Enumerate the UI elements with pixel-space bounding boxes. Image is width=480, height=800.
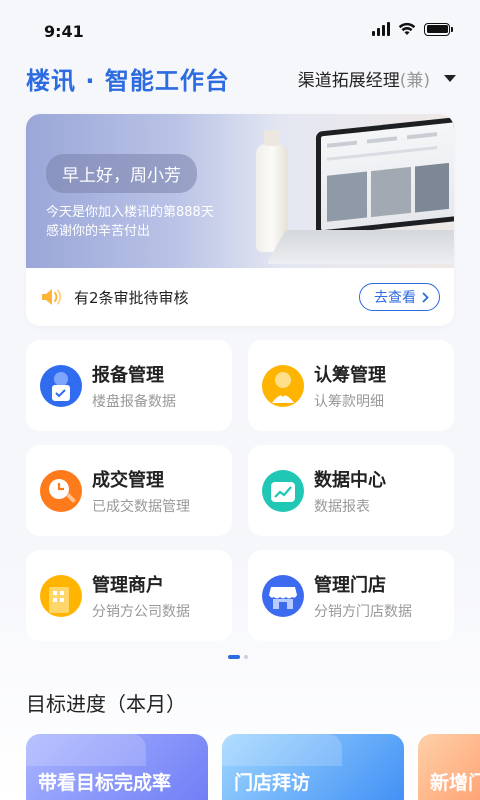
status-bar: 9:41 <box>0 0 480 56</box>
module-desc: 分销方门店数据 <box>314 603 412 620</box>
store-icon <box>262 574 304 617</box>
goal-card-new-stores[interactable]: 新增门 <box>418 734 480 800</box>
module-name: 报备管理 <box>92 364 164 386</box>
status-icons <box>372 22 453 36</box>
welcome-banner: 早上好，周小芳 今天是你加入楼讯的第888天 感谢你的辛苦付出 <box>26 114 454 268</box>
app-header: 楼讯 · 智能工作台 渠道拓展经理(兼) <box>26 58 456 98</box>
goals-section-title: 目标进度（本月） <box>26 692 186 716</box>
module-grid: 报备管理 楼盘报备数据 认筹管理 认筹款明细 成交管理 已成交数据管理 数据中心… <box>26 340 454 641</box>
module-desc: 楼盘报备数据 <box>92 393 176 410</box>
module-desc: 认筹款明细 <box>314 393 384 410</box>
module-desc: 数据报表 <box>314 498 370 515</box>
greeting-block: 早上好，周小芳 今天是你加入楼讯的第888天 感谢你的辛苦付出 <box>46 154 214 241</box>
cellular-signal-icon <box>372 22 390 36</box>
join-days-line: 今天是你加入楼讯的第888天 <box>46 205 214 220</box>
module-desc: 已成交数据管理 <box>92 498 190 515</box>
goal-card-label: 新增门 <box>430 772 480 794</box>
notice-text: 有2条审批待审核 <box>74 288 189 307</box>
deal-icon <box>40 469 82 512</box>
merchant-building-icon <box>40 574 82 617</box>
chevron-right-icon <box>422 291 429 303</box>
module-name: 管理商户 <box>92 574 164 596</box>
module-name: 成交管理 <box>92 469 164 491</box>
goal-card-store-visits[interactable]: 门店拜访 <box>222 734 404 800</box>
page-dot <box>244 655 248 659</box>
module-subscription[interactable]: 认筹管理 认筹款明细 <box>248 340 454 431</box>
role-suffix: (兼) <box>399 70 430 91</box>
subscription-icon <box>262 364 304 407</box>
keyboard-illustration <box>266 230 454 264</box>
module-name: 数据中心 <box>314 469 386 491</box>
module-name: 认筹管理 <box>314 364 386 386</box>
welcome-card: 早上好，周小芳 今天是你加入楼讯的第888天 感谢你的辛苦付出 有2条审批待审核… <box>26 114 454 326</box>
module-name: 管理门店 <box>314 574 386 596</box>
speaker-icon <box>42 289 62 305</box>
goal-card-label: 门店拜访 <box>234 772 311 794</box>
module-report[interactable]: 报备管理 楼盘报备数据 <box>26 340 232 431</box>
module-merchant[interactable]: 管理商户 分销方公司数据 <box>26 550 232 641</box>
wifi-icon <box>398 22 416 35</box>
greeting-text: 早上好，周小芳 <box>46 154 197 193</box>
module-deal[interactable]: 成交管理 已成交数据管理 <box>26 445 232 536</box>
role-label: 渠道拓展经理(兼) <box>298 66 430 91</box>
data-chart-icon <box>262 469 304 512</box>
approval-notice: 有2条审批待审核 去查看 <box>40 274 440 320</box>
thanks-line: 感谢你的辛苦付出 <box>46 224 151 239</box>
module-data-center[interactable]: 数据中心 数据报表 <box>248 445 454 536</box>
module-store[interactable]: 管理门店 分销方门店数据 <box>248 550 454 641</box>
goal-card-label: 带看目标完成率 <box>38 772 172 794</box>
join-days-text: 今天是你加入楼讯的第888天 感谢你的辛苦付出 <box>46 203 214 241</box>
status-time: 9:41 <box>44 22 84 41</box>
page-indicator <box>228 655 248 659</box>
dropdown-triangle-icon <box>444 74 456 82</box>
role-name: 渠道拓展经理 <box>297 70 400 91</box>
report-icon <box>40 364 82 407</box>
page-dot-active <box>228 655 240 659</box>
battery-icon <box>424 22 453 36</box>
module-desc: 分销方公司数据 <box>92 603 190 620</box>
role-switcher[interactable]: 渠道拓展经理(兼) <box>298 66 456 91</box>
view-approvals-button[interactable]: 去查看 <box>359 283 440 311</box>
view-approvals-label: 去查看 <box>374 290 416 306</box>
goal-card-viewing-rate[interactable]: 带看目标完成率 <box>26 734 208 800</box>
monitor-illustration <box>316 116 454 236</box>
app-title: 楼讯 · 智能工作台 <box>26 66 230 95</box>
